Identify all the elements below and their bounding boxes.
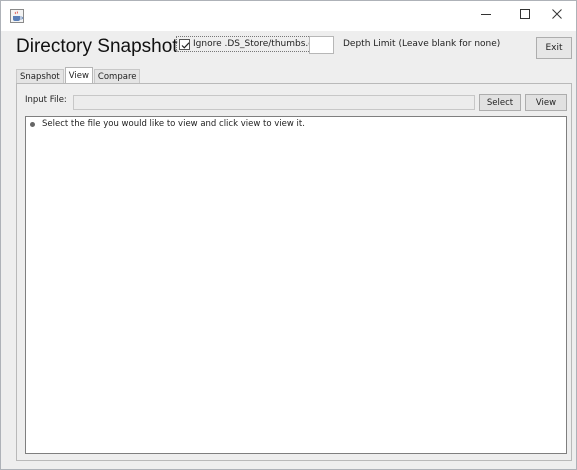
minimize-icon xyxy=(481,9,491,22)
maximize-icon xyxy=(520,8,530,22)
view-button[interactable]: View xyxy=(525,94,567,111)
input-file-label: Input File: xyxy=(25,95,67,105)
bullet-icon xyxy=(30,121,35,127)
list-item-text: Select the file you would like to view a… xyxy=(42,119,305,129)
select-button[interactable]: Select xyxy=(479,94,521,111)
java-cup-icon xyxy=(10,9,24,23)
app-window: Directory Snapshot Ignore .DS_Store/thum… xyxy=(0,0,577,470)
ignore-checkbox-label: Ignore .DS_Store/thumbs.db xyxy=(193,39,320,49)
close-icon xyxy=(552,8,562,22)
ignore-checkbox[interactable]: Ignore .DS_Store/thumbs.db xyxy=(176,36,323,52)
tab-bar: Snapshot View Compare xyxy=(16,67,141,83)
app-title: Directory Snapshot xyxy=(16,36,178,57)
tab-snapshot[interactable]: Snapshot xyxy=(16,69,64,83)
depth-limit-label: Depth Limit (Leave blank for none) xyxy=(343,39,501,49)
view-panel: Input File: Select View Select the file … xyxy=(16,83,572,461)
list-item[interactable]: Select the file you would like to view a… xyxy=(30,119,305,129)
exit-button[interactable]: Exit xyxy=(536,37,572,59)
checkmark-icon xyxy=(181,41,190,49)
minimize-button[interactable] xyxy=(466,1,506,29)
tab-view[interactable]: View xyxy=(64,67,93,83)
checkbox-box[interactable] xyxy=(179,38,190,50)
file-tree-view[interactable]: Select the file you would like to view a… xyxy=(25,116,567,454)
title-bar xyxy=(1,1,576,31)
input-file-field[interactable] xyxy=(73,95,475,110)
depth-limit-input[interactable] xyxy=(309,36,334,54)
close-button[interactable] xyxy=(537,1,577,29)
tab-compare[interactable]: Compare xyxy=(93,69,141,83)
